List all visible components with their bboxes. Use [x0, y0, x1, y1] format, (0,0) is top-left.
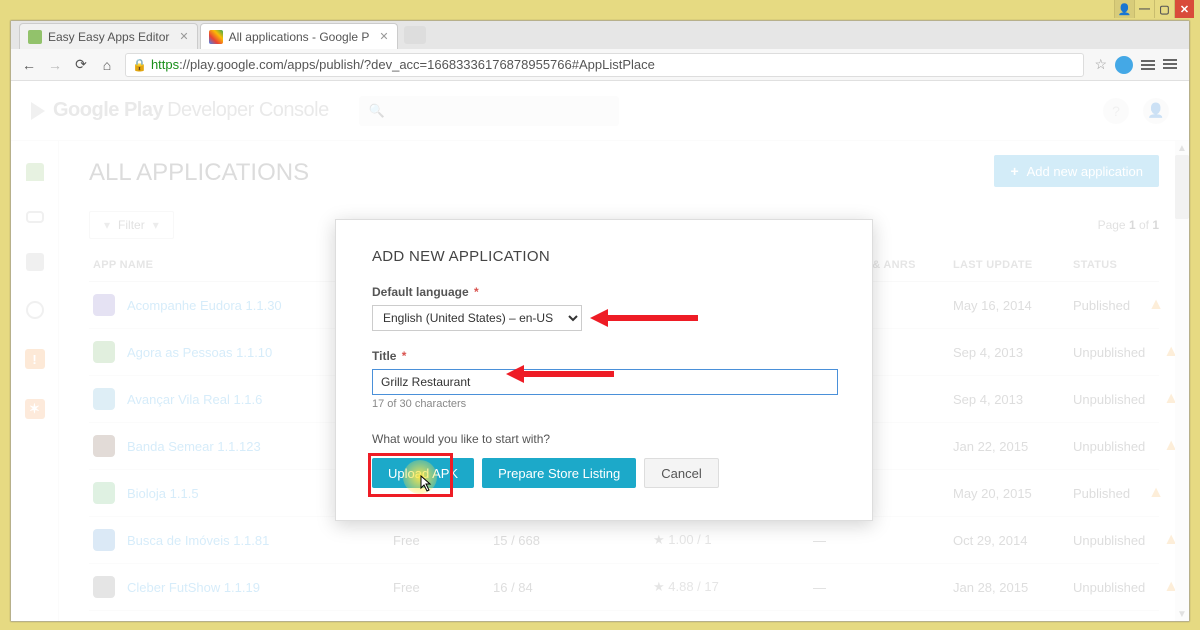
minimize-window-btn[interactable]: —: [1134, 0, 1154, 18]
extension-icon[interactable]: [1115, 56, 1133, 74]
char-count: 17 of 30 characters: [372, 398, 836, 410]
lock-icon: 🔒: [132, 58, 147, 72]
menu-icon[interactable]: [1163, 58, 1179, 72]
annotation-arrow-2: [506, 365, 614, 383]
back-icon[interactable]: ←: [21, 57, 37, 73]
browser-tab-1[interactable]: Easy Easy Apps Editor ✕: [19, 23, 198, 49]
tab-label: All applications - Google P: [229, 30, 370, 44]
cursor-icon: [415, 474, 433, 501]
browser-window: Easy Easy Apps Editor ✕ All applications…: [10, 20, 1190, 622]
tab-close-icon[interactable]: ✕: [179, 30, 188, 43]
tabstrip: Easy Easy Apps Editor ✕ All applications…: [11, 21, 1189, 49]
reload-icon[interactable]: ⟳: [73, 57, 89, 73]
home-icon[interactable]: ⌂: [99, 57, 115, 73]
start-with-question: What would you like to start with?: [372, 432, 836, 446]
url-rest: ://play.google.com/apps/publish/?dev_acc…: [179, 57, 655, 72]
prepare-store-listing-button[interactable]: Prepare Store Listing: [482, 458, 636, 488]
profile-window-btn[interactable]: 👤: [1114, 0, 1134, 18]
bookmarks-list-icon[interactable]: [1141, 58, 1155, 72]
close-window-btn[interactable]: ✕: [1174, 0, 1194, 18]
tab-label: Easy Easy Apps Editor: [48, 30, 169, 44]
annotation-arrow-1: [590, 309, 698, 327]
browser-tab-2[interactable]: All applications - Google P ✕: [200, 23, 398, 49]
forward-icon[interactable]: →: [47, 57, 63, 73]
cancel-button[interactable]: Cancel: [644, 458, 718, 488]
modal-title: ADD NEW APPLICATION: [372, 248, 836, 265]
os-titlebar: 👤 — ▢ ✕: [0, 0, 1200, 20]
bookmark-icon[interactable]: ☆: [1094, 56, 1107, 73]
title-label: Title *: [372, 349, 836, 363]
tab-close-icon[interactable]: ✕: [379, 30, 388, 43]
url-scheme: https: [151, 57, 179, 72]
language-select[interactable]: English (United States) – en-US: [372, 305, 582, 331]
language-label: Default language *: [372, 285, 836, 299]
new-tab-button[interactable]: [404, 26, 426, 44]
address-input[interactable]: 🔒 https://play.google.com/apps/publish/?…: [125, 53, 1084, 77]
window-controls: 👤 — ▢ ✕: [1114, 0, 1194, 18]
maximize-window-btn[interactable]: ▢: [1154, 0, 1174, 18]
favicon-icon: [209, 30, 223, 44]
favicon-icon: [28, 30, 42, 44]
address-bar-row: ← → ⟳ ⌂ 🔒 https://play.google.com/apps/p…: [11, 49, 1189, 81]
